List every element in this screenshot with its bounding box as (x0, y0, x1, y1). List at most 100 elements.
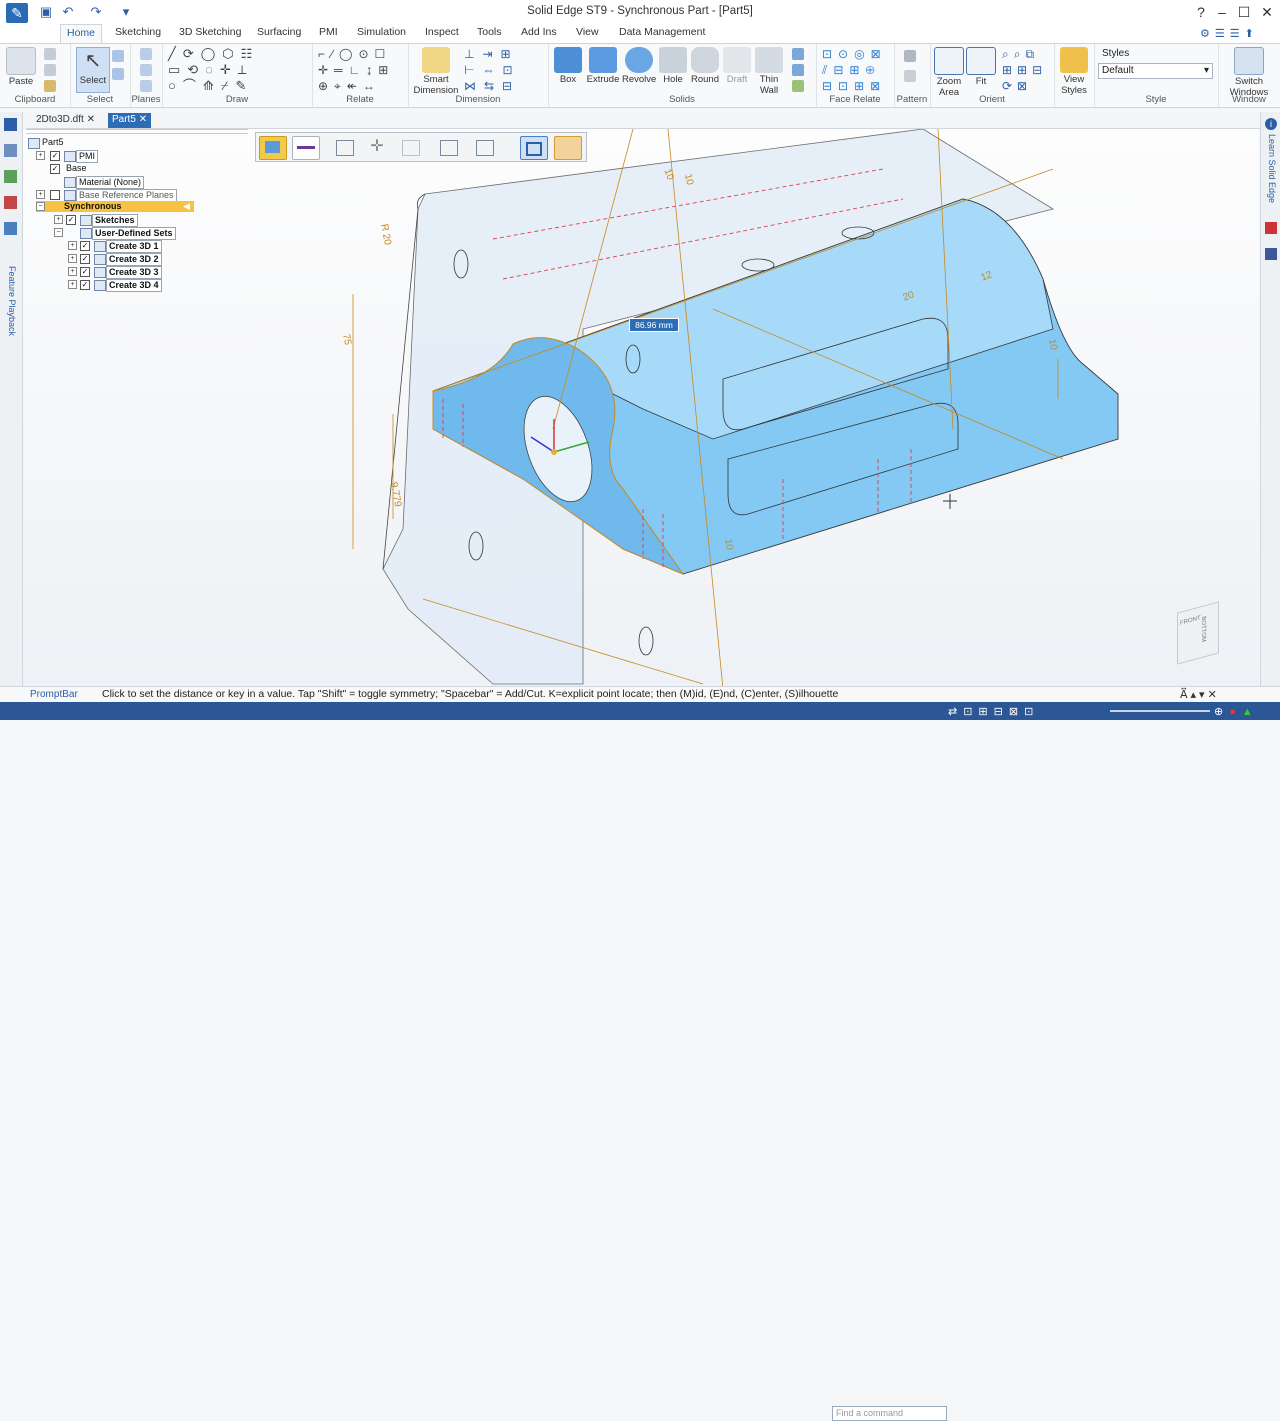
live-rules-button[interactable] (554, 136, 582, 160)
expand-icon[interactable]: + (68, 241, 77, 250)
draft-button[interactable]: Draft (722, 47, 752, 85)
youtube-icon[interactable] (1265, 222, 1277, 234)
paint-icon[interactable] (44, 80, 56, 92)
promptbar-label[interactable]: PromptBar (30, 689, 78, 700)
sensors-tab-icon[interactable] (4, 222, 17, 235)
prompt-controls[interactable]: A⃡▴▾✕ (1180, 688, 1220, 701)
tab-simulation[interactable]: Simulation (351, 24, 412, 43)
side-step-button[interactable] (292, 136, 320, 160)
solids-more-icon[interactable] (792, 64, 804, 76)
face-relate-icons[interactable]: ⊡⊙◎⊠ ⫽⊟⊞⊕ ⊟⊡⊞⊠ (822, 46, 887, 94)
maximize-button[interactable]: ☐ (1233, 3, 1255, 21)
extrude-button[interactable]: Extrude (586, 47, 620, 85)
select-button[interactable]: ↖ Select (76, 47, 110, 93)
tab-3d-sketching[interactable]: 3D Sketching (173, 24, 247, 43)
minimize-button[interactable]: – (1211, 3, 1233, 21)
zoom-slider[interactable] (1110, 710, 1210, 712)
checkbox-icon[interactable]: ✓ (66, 215, 76, 225)
checkbox-icon[interactable]: ✓ (80, 267, 90, 277)
expand-icon[interactable]: + (36, 151, 45, 160)
zoom-area-button[interactable]: Zoom Area (934, 47, 964, 98)
coplanar-button[interactable] (520, 136, 548, 160)
smart-dimension-button[interactable]: Smart Dimension (412, 47, 460, 96)
tab-tools[interactable]: Tools (471, 24, 508, 43)
close-button[interactable]: ✕ (1256, 3, 1278, 21)
box-button[interactable]: Box (552, 47, 584, 85)
checkbox-icon[interactable]: ✓ (80, 254, 90, 264)
extent-options-button[interactable] (259, 136, 287, 160)
tab-home[interactable]: Home (60, 24, 103, 44)
help-icon[interactable]: ? (1190, 3, 1212, 21)
doc-tab-2dto3d[interactable]: 2Dto3D.dft ✕ (32, 113, 99, 128)
status-icons[interactable]: ⊕●▲ (1214, 705, 1259, 718)
revolve-button[interactable]: Revolve (622, 47, 656, 85)
treatment-button[interactable] (436, 136, 462, 158)
checkbox-icon[interactable] (50, 190, 60, 200)
dim-label[interactable]: 75 (340, 333, 353, 346)
paste-button[interactable]: Paste (6, 47, 36, 87)
learn-solid-edge-tab[interactable]: Learn Solid Edge (1263, 134, 1277, 203)
tab-add-ins[interactable]: Add Ins (515, 24, 563, 43)
tab-surfacing[interactable]: Surfacing (251, 24, 307, 43)
layers-tab-icon[interactable] (4, 144, 17, 157)
checkbox-icon[interactable]: ✓ (80, 241, 90, 251)
expand-icon[interactable]: + (36, 190, 45, 199)
solids-more-icon[interactable] (792, 80, 804, 92)
close-icon[interactable]: ✕ (87, 114, 95, 125)
relate-tool-icons[interactable]: ⌐∕◯⊙☐ ✛═∟↨⊞ ⊕⌖↞↔ (318, 46, 394, 94)
expand-icon[interactable]: + (68, 254, 77, 263)
plane-icon[interactable] (140, 64, 152, 76)
pathfinder-tab-icon[interactable] (4, 118, 17, 131)
hole-button[interactable]: Hole (658, 47, 688, 85)
orient-tool-icons[interactable]: ⌕⌕⧉ ⊞⊞⊟ ⟳⊠ (1002, 46, 1047, 94)
dynamic-value-input[interactable]: 86.96 mm (629, 318, 679, 332)
help-tools-icons[interactable]: ⚙☰☰⬆ (1200, 27, 1272, 40)
expand-icon[interactable]: + (68, 267, 77, 276)
dimension-tool-icons[interactable]: ⊥⇥⊞ ⊢⇔⊡ ⋈⇆⊟ (464, 46, 521, 94)
tab-data-management[interactable]: Data Management (613, 24, 711, 43)
tab-sketching[interactable]: Sketching (109, 24, 167, 43)
collapse-icon[interactable]: − (36, 202, 45, 211)
tab-pmi[interactable]: PMI (313, 24, 344, 43)
draw-tool-icons[interactable]: ╱⟳◯⬡☷ ▭⟲◌✛⟂ ○⌒⟰⌿✎ (168, 46, 259, 94)
facebook-icon[interactable] (1265, 248, 1277, 260)
checkbox-icon[interactable]: ✓ (80, 280, 90, 290)
doc-tab-part5[interactable]: Part5 ✕ (108, 113, 152, 128)
plane-icon[interactable] (140, 48, 152, 60)
command-finder-input[interactable]: Find a command (832, 1406, 947, 1421)
round-button[interactable]: Round (690, 47, 720, 85)
solids-more-icon[interactable] (792, 48, 804, 60)
dim-label[interactable]: 10 (1046, 338, 1059, 351)
fit-button[interactable]: Fit (966, 47, 996, 87)
expand-icon[interactable]: + (68, 280, 77, 289)
add-cut-button[interactable]: ✛ (364, 136, 390, 158)
library-tab-icon[interactable] (4, 196, 17, 209)
plane-icon[interactable] (140, 80, 152, 92)
dim-label[interactable]: 10 (722, 538, 735, 551)
symmetric-button[interactable] (332, 136, 358, 158)
pattern-icon[interactable] (904, 50, 916, 62)
keypoints-button[interactable] (398, 136, 424, 158)
checkbox-icon[interactable]: ✓ (50, 151, 60, 161)
cut-icon[interactable] (44, 48, 56, 60)
view-styles-button[interactable]: View Styles (1058, 47, 1090, 96)
switch-windows-button[interactable]: Switch Windows (1222, 47, 1276, 98)
tree-item-synchronous[interactable]: − Synchronous ◀ (36, 201, 194, 212)
view-control-icons[interactable]: ⇄⊡⊞⊟⊠⊡ (948, 705, 1039, 718)
style-dropdown[interactable]: Default ▾ (1098, 63, 1213, 79)
mirror-icon[interactable] (904, 70, 916, 82)
collapse-icon[interactable]: − (54, 228, 63, 237)
styles-button[interactable]: Styles (1102, 48, 1129, 59)
select-mode-icon[interactable] (112, 68, 124, 80)
selection-filter-icon[interactable] (112, 50, 124, 62)
selection-mode-button[interactable] (472, 136, 498, 158)
close-icon[interactable]: ✕ (139, 114, 147, 125)
thin-wall-button[interactable]: Thin Wall (754, 47, 784, 96)
copy-icon[interactable] (44, 64, 56, 76)
info-icon[interactable]: i (1265, 118, 1277, 130)
checkbox-icon[interactable]: ✓ (50, 164, 60, 174)
tab-view[interactable]: View (570, 24, 605, 43)
expand-icon[interactable]: + (54, 215, 63, 224)
feature-playback-tab[interactable]: Feature Playback (3, 266, 17, 336)
family-tab-icon[interactable] (4, 170, 17, 183)
